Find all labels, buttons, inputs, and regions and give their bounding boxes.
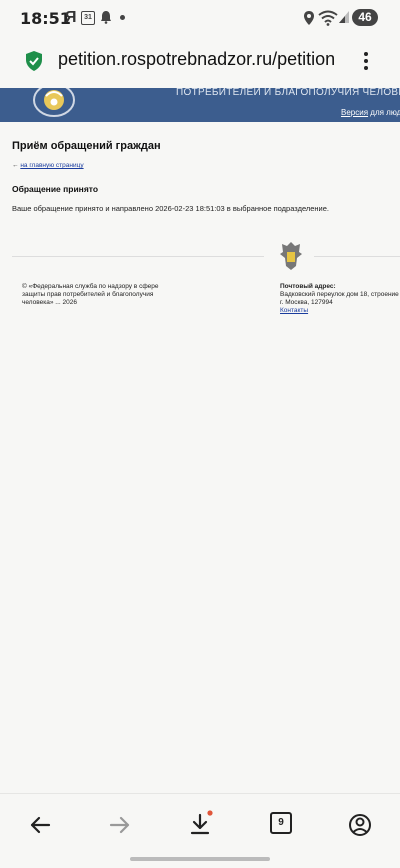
address-line-2: г. Москва, 127994 bbox=[280, 299, 333, 306]
calendar-icon: 31 bbox=[81, 11, 95, 25]
browser-address-bar[interactable]: petition.rospotrebnadzor.ru/petition bbox=[0, 36, 400, 88]
accessibility-version: Версия для люде bbox=[341, 108, 400, 117]
location-icon bbox=[304, 11, 314, 25]
accessibility-version-link[interactable]: Версия bbox=[341, 108, 368, 117]
section-title: Обращение принято bbox=[12, 184, 99, 194]
back-to-home: ← на главную страницу bbox=[12, 162, 84, 169]
bell-icon bbox=[101, 11, 111, 24]
gesture-handle[interactable] bbox=[130, 857, 270, 861]
coat-of-arms-icon bbox=[280, 242, 302, 270]
home-link[interactable]: на главную страницу bbox=[20, 162, 83, 169]
site-header-banner: ПОТРЕБИТЕЛЕЙ И БЛАГОПОЛУЧИЯ ЧЕЛОВЕКА Вер… bbox=[0, 88, 400, 122]
status-bar: 18:51 Я 31 46 bbox=[0, 0, 400, 36]
footer-copyright: © «Федеральная служба по надзору в сфере… bbox=[22, 283, 159, 306]
status-time: 18:51 bbox=[20, 9, 71, 28]
forward-arrow-nav-icon[interactable] bbox=[105, 810, 135, 840]
yandex-icon: Я bbox=[65, 9, 77, 26]
confirmation-message: Ваше обращение принято и направлено 2026… bbox=[12, 204, 329, 213]
shield-check-icon[interactable] bbox=[24, 50, 44, 72]
back-arrow-icon: ← bbox=[12, 162, 19, 169]
contacts-link[interactable]: Контакты bbox=[280, 307, 308, 314]
banner-org-name: ПОТРЕБИТЕЛЕЙ И БЛАГОПОЛУЧИЯ ЧЕЛОВЕКА bbox=[176, 88, 400, 98]
browser-bottom-bar: 9 bbox=[0, 793, 400, 868]
profile-icon[interactable] bbox=[345, 810, 375, 840]
wifi-icon bbox=[318, 10, 338, 26]
notification-dot-icon bbox=[120, 15, 125, 20]
rospotrebnadzor-emblem-icon bbox=[33, 88, 75, 117]
tabs-count-button[interactable]: 9 bbox=[270, 812, 292, 834]
downloads-icon[interactable] bbox=[185, 810, 215, 840]
battery-icon: 46 bbox=[352, 9, 378, 26]
more-menu-icon[interactable] bbox=[358, 50, 374, 72]
address-label: Почтовый адрес: bbox=[280, 283, 336, 290]
signal-icon bbox=[339, 11, 349, 23]
accessibility-version-suffix: для люде bbox=[370, 108, 400, 117]
footer-divider-left bbox=[12, 256, 264, 257]
url-text[interactable]: petition.rospotrebnadzor.ru/petition bbox=[58, 49, 340, 70]
footer-divider-right bbox=[314, 256, 400, 257]
page-title: Приём обращений граждан bbox=[12, 140, 161, 152]
back-arrow-nav-icon[interactable] bbox=[25, 810, 55, 840]
footer-address: Почтовый адрес: Вадковский переулок дом … bbox=[280, 283, 400, 315]
address-line-1: Вадковский переулок дом 18, строение bbox=[280, 291, 399, 298]
main-content: Приём обращений граждан ← на главную стр… bbox=[12, 140, 392, 213]
